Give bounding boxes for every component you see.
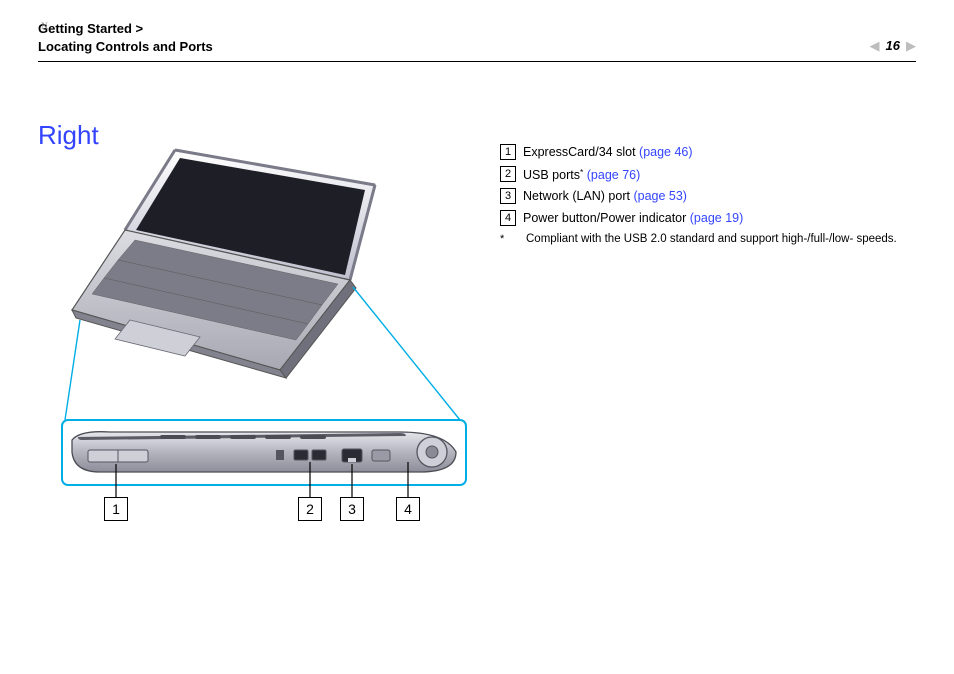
list-label: ExpressCard/34 slot bbox=[523, 145, 639, 159]
port-list: 1 ExpressCard/34 slot (page 46) 2 USB po… bbox=[500, 140, 930, 245]
n-label: N bbox=[41, 22, 48, 32]
prev-page-icon[interactable]: ◀ bbox=[870, 39, 880, 52]
list-number-box: 4 bbox=[500, 210, 516, 226]
list-text: Power button/Power indicator (page 19) bbox=[523, 210, 743, 228]
breadcrumb-line-1: Getting Started > bbox=[38, 20, 213, 38]
callout-box-1: 1 bbox=[104, 497, 128, 521]
laptop-right-side-diagram: 1 2 3 4 bbox=[60, 140, 480, 540]
footnote-mark: * bbox=[500, 233, 514, 245]
list-item: 1 ExpressCard/34 slot (page 46) bbox=[500, 144, 930, 162]
page-ref-link[interactable]: (page 53) bbox=[633, 189, 687, 203]
laptop-diagram-svg bbox=[60, 140, 480, 540]
list-label: Power button/Power indicator bbox=[523, 211, 690, 225]
list-label: USB ports bbox=[523, 168, 580, 182]
list-text: Network (LAN) port (page 53) bbox=[523, 188, 687, 206]
asterisk-mark: * bbox=[580, 167, 583, 177]
callout-box-3: 3 bbox=[340, 497, 364, 521]
list-item: 2 USB ports* (page 76) bbox=[500, 166, 930, 185]
footnote: * Compliant with the USB 2.0 standard an… bbox=[500, 233, 930, 245]
list-item: 3 Network (LAN) port (page 53) bbox=[500, 188, 930, 206]
document-page: N Getting Started > Locating Controls an… bbox=[0, 0, 954, 674]
breadcrumb-line-2: Locating Controls and Ports bbox=[38, 38, 213, 56]
next-page-icon[interactable]: ▶ bbox=[906, 39, 916, 52]
page-ref-link[interactable]: (page 76) bbox=[587, 168, 641, 182]
page-nav: ◀ 16 ▶ bbox=[870, 38, 916, 55]
list-number-box: 2 bbox=[500, 166, 516, 182]
list-number-box: 1 bbox=[500, 144, 516, 160]
page-ref-link[interactable]: (page 19) bbox=[690, 211, 744, 225]
list-number-box: 3 bbox=[500, 188, 516, 204]
list-label: Network (LAN) port bbox=[523, 189, 633, 203]
page-number: 16 bbox=[886, 38, 900, 53]
callout-box-2: 2 bbox=[298, 497, 322, 521]
breadcrumb: Getting Started > Locating Controls and … bbox=[38, 20, 213, 55]
list-text: USB ports* (page 76) bbox=[523, 166, 640, 185]
page-ref-link[interactable]: (page 46) bbox=[639, 145, 693, 159]
list-text: ExpressCard/34 slot (page 46) bbox=[523, 144, 693, 162]
footnote-text: Compliant with the USB 2.0 standard and … bbox=[526, 233, 897, 245]
page-header: N Getting Started > Locating Controls an… bbox=[38, 20, 916, 62]
callout-box-4: 4 bbox=[396, 497, 420, 521]
list-item: 4 Power button/Power indicator (page 19) bbox=[500, 210, 930, 228]
